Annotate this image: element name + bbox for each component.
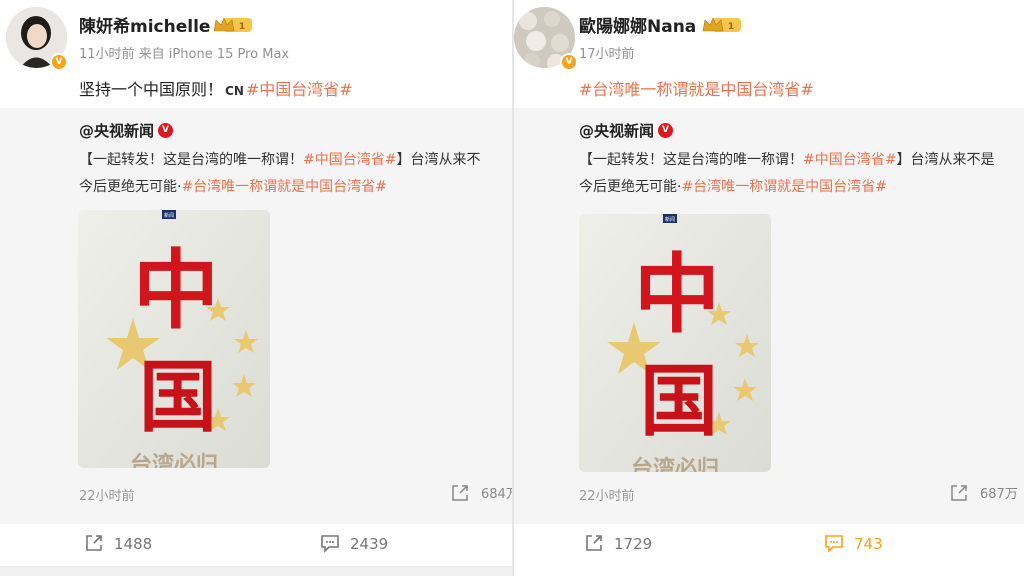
poster-glyph-guo: 国 (139, 352, 217, 443)
post-meta: 17小时前 (579, 47, 635, 62)
repost-text-prefix: 今后更绝无可能· (79, 179, 182, 195)
repost-text-suffix: 】台湾从来不是 (896, 152, 995, 168)
post-body: 坚持一个中国原则！ (79, 80, 224, 99)
post-text: 坚持一个中国原则！ CN #中国台湾省# (79, 76, 353, 100)
repost-text-prefix: 今后更绝无可能· (579, 179, 682, 195)
repost-source[interactable]: @央视新闻 (579, 120, 674, 141)
post-meta: 11小时前 来自 iPhone 15 Pro Max (79, 47, 290, 62)
hashtag-link[interactable]: #中国台湾省# (803, 152, 896, 168)
verified-badge-icon (50, 53, 68, 71)
crown-badge-icon[interactable]: 1 (213, 16, 253, 34)
comment-count: 743 (854, 535, 883, 553)
post-text: #台湾唯一称谓就是中国台湾省# (579, 76, 814, 100)
user-level-number: 1 (728, 22, 734, 32)
user-name[interactable]: 歐陽娜娜Nana (579, 12, 696, 37)
hashtag-link[interactable]: #台湾唯一称谓就是中国台湾省# (579, 80, 814, 99)
verified-badge-icon (560, 53, 578, 71)
repost-share-button[interactable]: 684万 (451, 483, 512, 502)
poster-image[interactable]: 新闻 中 国 台湾必归 (579, 214, 771, 472)
comment-icon (825, 535, 843, 553)
repost-button[interactable]: 1729 (584, 533, 652, 553)
share-arrow-icon (951, 485, 967, 501)
repost-time: 22小时前 (79, 489, 135, 504)
comment-count: 2439 (350, 535, 389, 553)
poster-logo-text: 新闻 (164, 212, 174, 219)
poster-caption: 台湾必归 (631, 456, 719, 472)
repost-text-prefix: 【一起转发！这是台湾的唯一称谓！ (79, 152, 303, 168)
hashtag-link[interactable]: #台湾唯一称谓就是中国台湾省# (181, 179, 386, 195)
hashtag-link[interactable]: #台湾唯一称谓就是中国台湾省# (681, 179, 886, 195)
repost-icon (586, 535, 602, 551)
poster-logo-text: 新闻 (665, 216, 675, 223)
share-arrow-icon (452, 485, 468, 501)
user-level-number: 1 (239, 22, 245, 32)
repost-source-name[interactable]: @央视新闻 (79, 122, 154, 140)
hashtag-link[interactable]: #中国台湾省# (303, 152, 396, 168)
share-count: 684万 (481, 487, 512, 502)
weibo-post-right: 歐陽娜娜Nana 1 17小时前 #台湾唯一称谓就是中国台湾省# @央视新闻 【… (514, 0, 1024, 576)
repost-count: 1729 (614, 535, 653, 553)
repost-text-line-1: 【一起转发！这是台湾的唯一称谓！#中国台湾省#】台湾从来不是 (579, 149, 994, 169)
comment-button[interactable]: 743 (824, 533, 883, 553)
comment-icon (321, 535, 339, 553)
weibo-post-left: 陳妍希michelle 1 11小时前 来自 iPhone 15 Pro Max… (0, 0, 512, 576)
poster-glyph-zhong: 中 (634, 244, 720, 345)
comment-button[interactable]: 2439 (320, 533, 388, 553)
hashtag-link[interactable]: #中国台湾省# (246, 80, 353, 99)
repost-source[interactable]: @央视新闻 (79, 120, 174, 141)
repost-text-suffix: 】台湾从来不 (396, 152, 481, 168)
poster-caption: 台湾必归 (130, 452, 218, 468)
repost-text-prefix: 【一起转发！这是台湾的唯一称谓！ (579, 152, 803, 168)
repost-text-line-2: 今后更绝无可能·#台湾唯一称谓就是中国台湾省# (79, 176, 387, 196)
crown-badge-icon[interactable]: 1 (702, 16, 742, 34)
cn-flag-text: CN (225, 84, 244, 98)
verified-v-icon (658, 123, 674, 138)
user-name[interactable]: 陳妍希michelle (79, 12, 210, 37)
repost-button[interactable]: 1488 (84, 533, 152, 553)
repost-text-line-2: 今后更绝无可能·#台湾唯一称谓就是中国台湾省# (579, 176, 887, 196)
poster-glyph-guo: 国 (640, 356, 718, 447)
repost-source-name[interactable]: @央视新闻 (579, 122, 654, 140)
repost-icon (86, 535, 102, 551)
repost-card[interactable]: @央视新闻 【一起转发！这是台湾的唯一称谓！#中国台湾省#】台湾从来不是 今后更… (514, 108, 1024, 524)
share-count: 687万 (980, 487, 1018, 502)
repost-share-button[interactable]: 687万 (950, 483, 1018, 502)
repost-time: 22小时前 (579, 489, 635, 504)
bottom-strip (0, 566, 512, 576)
poster-glyph-zhong: 中 (133, 240, 219, 341)
verified-v-icon (158, 123, 174, 138)
repost-text-line-1: 【一起转发！这是台湾的唯一称谓！#中国台湾省#】台湾从来不 (79, 149, 480, 169)
repost-card[interactable]: @央视新闻 【一起转发！这是台湾的唯一称谓！#中国台湾省#】台湾从来不 今后更绝… (0, 108, 512, 524)
poster-image[interactable]: 新闻 中 国 台湾必归 (78, 210, 270, 468)
repost-count: 1488 (114, 535, 153, 553)
